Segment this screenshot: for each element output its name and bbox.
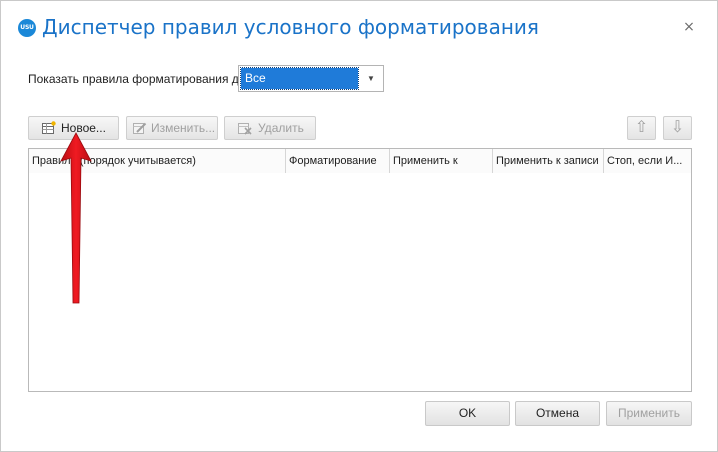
delete-rule-icon bbox=[238, 123, 252, 135]
close-icon[interactable]: × bbox=[681, 19, 697, 35]
rules-grid[interactable]: Правило (порядок учитывается) Форматиров… bbox=[28, 148, 692, 392]
app-logo-icon: USU bbox=[18, 19, 36, 37]
chevron-down-icon[interactable]: ▼ bbox=[359, 66, 383, 91]
edit-rule-label: Изменить... bbox=[151, 121, 216, 135]
arrow-down-icon: ⇩ bbox=[670, 119, 685, 136]
delete-rule-label: Удалить bbox=[258, 121, 304, 135]
edit-rule-button[interactable]: Изменить... bbox=[126, 116, 218, 140]
new-rule-icon bbox=[42, 121, 56, 134]
edit-rule-icon bbox=[133, 122, 147, 134]
move-up-button[interactable]: ⇧ bbox=[627, 116, 656, 140]
move-down-button[interactable]: ⇩ bbox=[663, 116, 692, 140]
column-header-apply-to[interactable]: Применить к bbox=[390, 149, 493, 173]
column-header-stop-if-true[interactable]: Стоп, если И... bbox=[604, 149, 691, 173]
grid-header: Правило (порядок учитывается) Форматиров… bbox=[29, 149, 691, 173]
arrow-up-icon: ⇧ bbox=[634, 119, 649, 136]
show-rules-for-label: Показать правила форматирования для: bbox=[28, 72, 256, 86]
column-header-formatting[interactable]: Форматирование bbox=[286, 149, 390, 173]
dropdown-selected-value: Все bbox=[240, 67, 359, 90]
cancel-button[interactable]: Отмена bbox=[515, 401, 600, 426]
delete-rule-button[interactable]: Удалить bbox=[224, 116, 316, 140]
title-bar: USU Диспетчер правил условного форматиро… bbox=[1, 1, 717, 57]
dialog-title: Диспетчер правил условного форматировани… bbox=[42, 15, 539, 39]
column-header-apply-to-record[interactable]: Применить к записи bbox=[493, 149, 604, 173]
conditional-formatting-dialog: USU Диспетчер правил условного форматиро… bbox=[0, 0, 718, 452]
apply-button[interactable]: Применить bbox=[606, 401, 692, 426]
ok-button[interactable]: OK bbox=[425, 401, 510, 426]
annotation-arrow bbox=[60, 132, 92, 304]
show-rules-for-dropdown[interactable]: Все ▼ bbox=[238, 65, 384, 92]
